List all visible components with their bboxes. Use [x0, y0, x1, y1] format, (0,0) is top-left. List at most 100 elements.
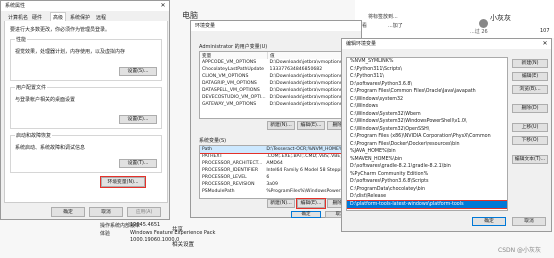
- user-vars-table: 变量 值 APPCODE_VM_OPTIONS D:\Downloads\jetb…: [200, 52, 358, 108]
- performance-desc: 视觉效果，处理器计划，内存使用，以及虚拟内存: [15, 49, 126, 55]
- path-entry[interactable]: C:\Program Files\Docker\Docker\resources…: [347, 141, 507, 149]
- startup-recovery-desc: 系统启动、系统故障和调试信息: [15, 145, 86, 151]
- path-entry[interactable]: %NVM_SYMLINK%: [347, 58, 507, 66]
- path-entry[interactable]: C:\Windows\System32\WindowsPowerShell\v1…: [347, 118, 507, 126]
- sysprops-title: 系统属性: [5, 3, 26, 9]
- path-browse-button[interactable]: 浏览(B)...: [512, 85, 548, 94]
- user_vars-row[interactable]: ChocolateyLastPathUpdate 1333776348468506…: [200, 66, 358, 73]
- path-edit-button[interactable]: 编辑(E): [512, 72, 548, 81]
- path-entry[interactable]: C:\Program Files\Common Files\Oracle\Jav…: [347, 88, 507, 96]
- user_vars-row[interactable]: GATEWAY_VM_OPTIONS D:\Downloads\jetbra\vm…: [200, 101, 358, 108]
- sys_vars-row[interactable]: PSModulePath %ProgramFiles%\WindowsPowerS…: [200, 188, 358, 195]
- bg-experience-value: Windows Feature Experience Pack: [130, 230, 216, 236]
- path-entry[interactable]: C:\ProgramData\chocolatey\bin: [347, 186, 507, 194]
- user_vars-row[interactable]: DATAGRIP_VM_OPTIONS D:\Downloads\jetbra\v…: [200, 80, 358, 87]
- sys_vars-row[interactable]: PROCESSOR_LEVEL 6: [200, 174, 358, 181]
- path-entry[interactable]: D:\softwares\gradle-8.2.1\gradle-8.2.1\b…: [347, 163, 507, 171]
- path-entry[interactable]: C:\Windows\System32\Wbem: [347, 111, 507, 119]
- user_vars-name: DATASPELL_VM_OPTIONS: [202, 88, 260, 93]
- user-profiles-title: 用户配置文件: [15, 84, 48, 91]
- sys_vars-row[interactable]: PathD:\Tesseract-OCR;%NVM_HOME%;%NVM_S..…: [200, 146, 358, 154]
- sys_vars-row[interactable]: PATHEXT .COM;.EXE;.BAT;.CMD;.VBS;.VBE;.JS…: [200, 153, 358, 160]
- path-entry[interactable]: D:\platform-tools-latest-windows\platfor…: [347, 199, 507, 209]
- path-entry[interactable]: C:\Windows\system32: [347, 96, 507, 104]
- user_vars-name: CLION_VM_OPTIONS: [202, 74, 249, 79]
- path-entry[interactable]: C:\Windows: [347, 103, 507, 111]
- user_vars-name: DEVECOSTUDIO_VM_OPTI...: [202, 95, 266, 100]
- envvars-title: 环境变量: [195, 23, 216, 29]
- sys_vars-name: PROCESSOR_REVISION: [202, 182, 255, 187]
- sys_vars-row[interactable]: PROCESSOR_ARCHITECT... AMD64: [200, 160, 358, 167]
- tab-system-protection[interactable]: 系统保护: [70, 14, 90, 21]
- path-entry[interactable]: %MAVEN_HOME%\bin: [347, 156, 507, 164]
- path-entry[interactable]: D:\softwares\Python3.6.8\: [347, 81, 507, 89]
- path-entry[interactable]: C:\Python311\: [347, 73, 507, 81]
- user-vars-label: Administrator 的用户变量(U): [199, 44, 268, 50]
- bg-os-build-value: 19045.4651: [130, 222, 161, 228]
- sys-edit-button[interactable]: 编辑(E)...: [296, 198, 326, 209]
- startup-recovery-settings-button[interactable]: 设置(T)...: [119, 159, 157, 168]
- close-icon[interactable]: ✕: [157, 1, 169, 11]
- editenv-close-icon[interactable]: ✕: [539, 39, 551, 49]
- sys_vars-name: Path: [202, 147, 213, 152]
- startup-recovery-title: 启动和故障恢复: [15, 132, 53, 139]
- path-edit-text-button[interactable]: 编辑文本(T)...: [512, 155, 548, 164]
- user-vars-list: 变量 值 APPCODE_VM_OPTIONS D:\Downloads\jetb…: [199, 51, 359, 119]
- path-new-button[interactable]: 新建(N): [512, 59, 548, 68]
- performance-group: 性能 视觉效果，处理器计划，内存使用，以及虚拟内存 设置(S)...: [10, 36, 162, 81]
- sysprops-ok-button[interactable]: 确定: [51, 207, 85, 217]
- col-var[interactable]: 变量: [200, 52, 269, 59]
- environment-variables-dialog: 环境变量 Administrator 的用户变量(U) 变量 值 APPCODE…: [190, 20, 362, 218]
- user_vars-row[interactable]: CLION_VM_OPTIONS D:\Downloads\jetbra\vmop…: [200, 73, 358, 80]
- user_vars-row[interactable]: DATASPELL_VM_OPTIONS D:\Downloads\jetbra\…: [200, 87, 358, 94]
- bg-top-right-text-2: 看: [362, 23, 368, 29]
- path-delete-button[interactable]: 删除(D): [512, 104, 548, 113]
- tab-hardware[interactable]: 硬件: [32, 14, 42, 21]
- tab-computer-name[interactable]: 计算机名: [8, 14, 28, 21]
- user-new-button[interactable]: 新建(N)...: [267, 121, 295, 130]
- sys_vars-name: PROCESSOR_IDENTIFIER: [202, 168, 259, 173]
- bg-top-right-text-3: ...加了: [388, 23, 403, 29]
- bg-misc: ...过 26: [470, 29, 488, 35]
- sysprops-cancel-button[interactable]: 取消: [89, 207, 123, 217]
- path-entry[interactable]: %JAVA_HOME%\bin: [347, 148, 507, 156]
- user_vars-name: DATAGRIP_VM_OPTIONS: [202, 81, 257, 86]
- bg-username[interactable]: 小灰灰: [490, 13, 511, 23]
- sys_vars-name: PROCESSOR_LEVEL: [202, 175, 247, 180]
- envvars-titlebar: 环境变量: [191, 21, 361, 31]
- path-entry[interactable]: C:\Program Files (x86)\NVIDIA Corporatio…: [347, 133, 507, 141]
- editenv-cancel-button[interactable]: 取消: [512, 217, 546, 226]
- path-entry[interactable]: C:\Windows\System32\OpenSSH\: [347, 126, 507, 134]
- path-move-down-button[interactable]: 下移(O): [512, 136, 548, 145]
- user-profiles-settings-button[interactable]: 设置(E)...: [119, 115, 157, 124]
- path-entry[interactable]: D:\softwares\Python3.6.8\Scripts: [347, 178, 507, 186]
- bg-experience-label: 体验: [100, 231, 111, 237]
- editenv-titlebar: 编辑环境变量: [342, 39, 551, 49]
- user_vars-name: ChocolateyLastPathUpdate: [202, 67, 264, 72]
- envvars-ok-button[interactable]: 确定: [291, 211, 321, 218]
- user_vars-name: APPCODE_VM_OPTIONS: [202, 60, 257, 65]
- sys_vars-row[interactable]: PROCESSOR_IDENTIFIER Intel64 Family 6 Mod…: [200, 167, 358, 174]
- startup-recovery-group: 启动和故障恢复 系统启动、系统故障和调试信息 设置(T)...: [10, 132, 162, 173]
- tab-remote[interactable]: 远程: [96, 14, 106, 21]
- sys_vars-name: PATHEXT: [202, 154, 223, 159]
- sysprops-apply-button[interactable]: 应用(A): [127, 207, 161, 217]
- path-move-up-button[interactable]: 上移(U): [512, 123, 548, 132]
- environment-variables-button[interactable]: 环境变量(N)...: [100, 176, 146, 188]
- user_vars-row[interactable]: DEVECOSTUDIO_VM_OPTI... D:\Downloads\jetb…: [200, 94, 358, 101]
- path-entry[interactable]: %PyCharm Community Edition%: [347, 171, 507, 179]
- user_vars-row[interactable]: APPCODE_VM_OPTIONS D:\Downloads\jetbra\vm…: [200, 59, 358, 66]
- user-profiles-group: 用户配置文件 与登录帐户相关的桌面设置 设置(E)...: [10, 84, 162, 129]
- performance-settings-button[interactable]: 设置(S)...: [119, 67, 157, 76]
- editenv-ok-button[interactable]: 确定: [472, 217, 506, 226]
- editenv-title: 编辑环境变量: [346, 41, 377, 47]
- path-entry[interactable]: D:\dist\Release: [347, 193, 507, 201]
- path-entry[interactable]: C:\Python311\Scripts\: [347, 66, 507, 74]
- sys-new-button[interactable]: 新建(N)...: [267, 199, 295, 208]
- user-edit-button[interactable]: 编辑(E)...: [297, 121, 325, 130]
- user_vars-name: GATEWAY_VM_OPTIONS: [202, 102, 257, 107]
- sys_vars-row[interactable]: PROCESSOR_REVISION 3a09: [200, 181, 358, 188]
- bg-avatar: [479, 19, 488, 28]
- edit-environment-variable-dialog: 编辑环境变量 ✕ %NVM_SYMLINK% C:\Python311\Scrip…: [341, 38, 552, 232]
- user-profiles-desc: 与登录帐户相关的桌面设置: [15, 97, 76, 103]
